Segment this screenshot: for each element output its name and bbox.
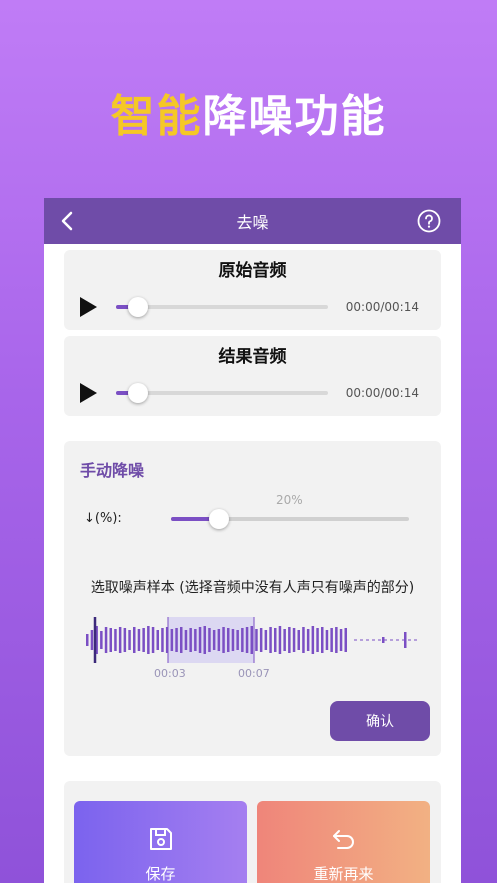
waveform-bar: [264, 630, 268, 650]
page-title: 去噪: [236, 213, 269, 232]
waveform-bar: [137, 629, 141, 651]
waveform-bar: [147, 626, 150, 654]
manual-denoise-title: 手动降噪: [80, 461, 145, 480]
waveform-bar: [231, 629, 235, 651]
result-audio-seekbar[interactable]: [116, 383, 328, 403]
waveform-bar: [208, 628, 211, 652]
result-audio-time: 00:00/00:14: [345, 386, 419, 400]
selection-end-time: 00:07: [238, 667, 270, 680]
waveform-bar: [114, 629, 117, 651]
waveform-bar: [123, 628, 127, 652]
save-button[interactable]: 保存: [74, 801, 247, 883]
waveform-bar: [194, 629, 197, 651]
waveform-bar: [245, 627, 249, 653]
waveform-bar: [236, 630, 239, 650]
seekbar-knob[interactable]: [128, 383, 148, 403]
back-arrow-icon[interactable]: [56, 209, 78, 233]
waveform-bar: [344, 628, 347, 652]
reduction-percent-label: ↓(%):: [84, 511, 122, 526]
original-audio-time: 00:00/00:14: [345, 300, 419, 314]
waveform-bar: [170, 629, 174, 651]
undo-icon: [333, 830, 354, 849]
waveform-bar: [278, 626, 282, 654]
waveform-bar: [128, 630, 131, 650]
waveform-bar: [203, 626, 206, 654]
waveform-bar: [302, 627, 305, 653]
waveform-bar: [255, 629, 258, 651]
promo-headline: 智能降噪功能: [0, 80, 497, 144]
waveform-bar: [335, 627, 338, 653]
waveform-bar: [321, 627, 324, 653]
save-icon: [150, 828, 172, 850]
waveform-bar: [339, 629, 343, 651]
waveform-bar: [118, 627, 122, 653]
waveform-bar: [142, 628, 145, 652]
waveform-bar: [151, 627, 155, 653]
waveform-bar: [250, 626, 253, 654]
waveform-bar: [180, 627, 183, 653]
waveform-bar: [100, 631, 103, 649]
waveform-bar: [288, 627, 291, 653]
waveform-bar: [297, 630, 300, 650]
waveform-bar: [316, 628, 319, 652]
action-panel: 保存 重新再来: [64, 781, 441, 883]
waveform-bars: [86, 626, 407, 654]
waveform-bar: [325, 630, 329, 650]
original-audio-title: 原始音频: [218, 261, 287, 281]
waveform-bar: [133, 627, 136, 653]
reduction-percent-value: 20%: [276, 493, 303, 507]
save-label: 保存: [145, 865, 176, 883]
reduction-slider-knob[interactable]: [208, 509, 229, 529]
result-audio-card: 结果音频 00:00/00:14: [64, 336, 441, 416]
waveform-bar: [198, 627, 202, 653]
waveform-bar: [175, 628, 178, 652]
waveform-bar: [274, 628, 277, 652]
help-icon[interactable]: [417, 209, 441, 233]
waveform-bar: [241, 628, 244, 652]
waveform-bar: [212, 630, 216, 650]
play-icon[interactable]: [78, 382, 98, 404]
waveform-bar: [86, 634, 89, 646]
waveform-bar: [311, 626, 315, 654]
waveform-bar: [222, 627, 225, 653]
waveform-bar: [330, 628, 333, 652]
app-screen: 去噪 原始音频 00:00/00:14 结果音频 00:00/00:14 手动降…: [44, 198, 461, 883]
waveform-bar: [104, 627, 108, 653]
waveform-bar: [227, 628, 230, 652]
waveform-bar: [259, 628, 263, 652]
promo-headline-highlight: 智能: [110, 91, 203, 142]
waveform-bar: [283, 629, 286, 651]
top-bar: 去噪: [44, 198, 461, 244]
waveform-bar: [189, 628, 192, 652]
waveform-bar: [306, 629, 310, 651]
waveform-bar: [217, 629, 221, 651]
waveform-bar: [90, 630, 94, 650]
noise-sample-instruction: 选取噪声样本 (选择音频中没有人声只有噪声的部分): [90, 580, 415, 596]
confirm-button[interactable]: 确认: [330, 701, 430, 741]
original-audio-card: 原始音频 00:00/00:14: [64, 250, 441, 330]
selection-start-time: 00:03: [154, 667, 186, 680]
reduction-slider[interactable]: [171, 509, 409, 529]
result-audio-title: 结果音频: [218, 347, 287, 367]
original-audio-seekbar[interactable]: [116, 297, 328, 317]
waveform-bar: [269, 627, 272, 653]
redo-label: 重新再来: [313, 865, 374, 883]
manual-denoise-card: 手动降噪 20% ↓(%): 选取噪声样本 (选择音频中没有人声只有噪声的部分)…: [64, 441, 441, 756]
promo-headline-rest: 降噪功能: [202, 91, 387, 142]
play-icon[interactable]: [78, 296, 98, 318]
waveform-bar: [184, 630, 188, 650]
waveform-bar: [161, 628, 164, 652]
waveform-bar: [109, 628, 112, 652]
seekbar-knob[interactable]: [128, 297, 148, 317]
waveform-bar: [292, 628, 296, 652]
waveform-bar: [156, 630, 159, 650]
redo-button[interactable]: 重新再来: [257, 801, 430, 883]
